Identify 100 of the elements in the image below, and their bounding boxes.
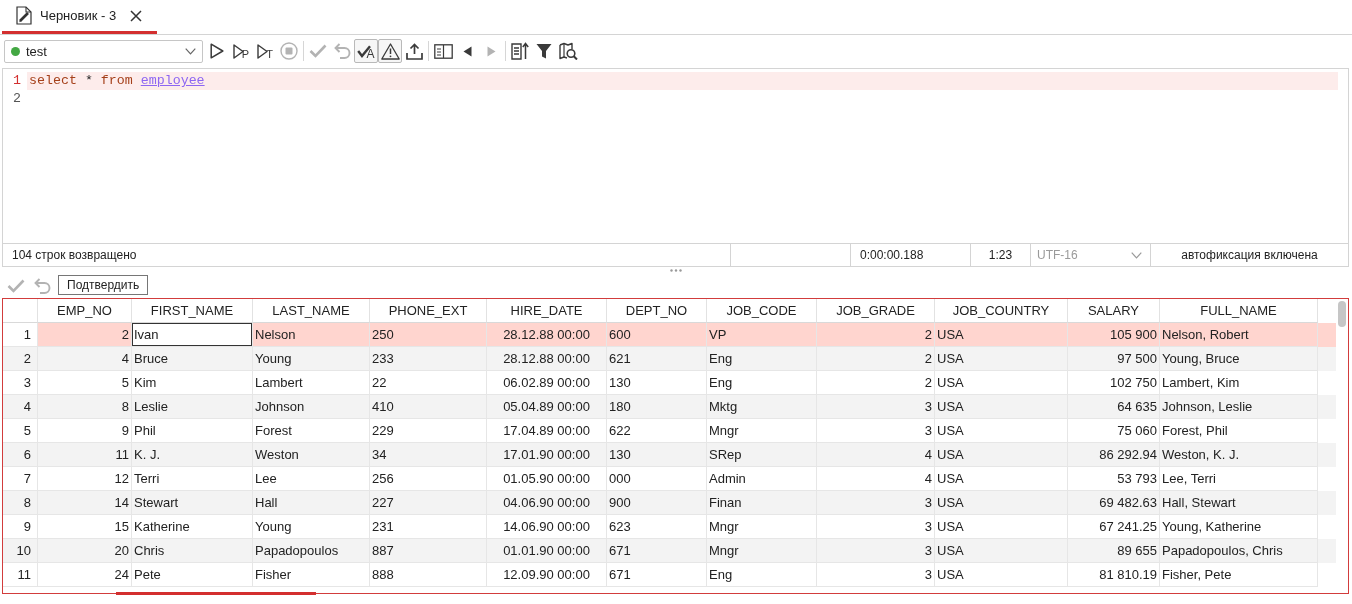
undo-icon [33,277,51,294]
row-number: 2 [3,347,38,371]
column-header[interactable]: HIRE_DATE [487,299,607,323]
table-cell: 24 [38,563,132,587]
table-cell: 69 482.63 [1068,491,1160,515]
table-cell: Eng [707,563,817,587]
table-cell: Fisher [253,563,370,587]
table-row[interactable]: 10 20 Chris Papadopoulos 887 01.01.90 00:00 671 Mngr 3 USA 89 655 Papadopoulos, Chris [3,539,1336,563]
column-header[interactable]: JOB_COUNTRY [935,299,1068,323]
table-cell: Weston [253,443,370,467]
table-cell: Stewart [132,491,253,515]
table-cell: 20 [38,539,132,563]
table-cell: Pete [132,563,253,587]
table-cell: 3 [817,395,935,419]
left-arrow-icon [462,45,472,57]
table-cell: USA [935,491,1068,515]
check-icon [309,44,327,58]
column-header[interactable]: JOB_GRADE [817,299,935,323]
table-row[interactable]: 2 4 Bruce Young 233 28.12.88 00:00 621 Eng 2 USA 97 500 Young, Bruce [3,347,1336,371]
table-cell: Chris [132,539,253,563]
cell-input[interactable]: Ivan [132,323,253,347]
column-header[interactable]: JOB_CODE [707,299,817,323]
table-cell: 3 [817,539,935,563]
row-number: 10 [3,539,38,563]
table-cell: Young, Bruce [1160,347,1318,371]
table-cell: 34 [370,443,487,467]
table-cell: Bruce [132,347,253,371]
table-cell: K. J. [132,443,253,467]
table-cell: Mngr [707,539,817,563]
table-link[interactable]: employee [140,73,205,88]
table-cell: 11 [38,443,132,467]
play-icon [210,43,224,59]
corner-header-cell[interactable] [3,299,38,323]
row-number: 8 [3,491,38,515]
table-cell: Hall, Stewart [1160,491,1318,515]
document-search-icon [558,42,578,60]
right-arrow-icon [486,45,496,57]
table-cell: Fisher, Pete [1160,563,1318,587]
table-cell: Young [253,347,370,371]
document-pencil-icon [16,6,33,25]
drag-handle-icon[interactable] [670,269,682,272]
column-header[interactable]: EMP_NO [38,299,132,323]
table-row[interactable]: 8 14 Stewart Hall 227 04.06.90 00:00 900 Finan 3 USA 69 482.63 Hall, Stewart [3,491,1336,515]
table-cell: 04.06.90 00:00 [487,491,607,515]
table-cell: 410 [370,395,487,419]
table-cell: 97 500 [1068,347,1160,371]
column-header[interactable]: PHONE_EXT [370,299,487,323]
connection-dropdown[interactable]: test [4,39,203,63]
line-number: 1 [12,72,22,90]
close-icon[interactable] [130,9,143,22]
column-header[interactable]: SALARY [1068,299,1160,323]
table-cell: 900 [607,491,707,515]
table-cell: Eng [707,347,817,371]
column-header[interactable]: LAST_NAME [253,299,370,323]
panel-icon [433,43,453,59]
table-cell: 89 655 [1068,539,1160,563]
table-cell: 130 [607,443,707,467]
table-cell: 17.01.90 00:00 [487,443,607,467]
table-cell: Johnson [253,395,370,419]
report-button[interactable] [508,39,532,63]
table-row[interactable]: 4 8 Leslie Johnson 410 05.04.89 00:00 180 Mktg 3 USA 64 635 Johnson, Leslie [3,395,1336,419]
chevron-down-icon [1131,251,1142,259]
table-cell: Hall [253,491,370,515]
autocommit-status: автофиксация включена [1150,244,1348,266]
table-cell: USA [935,347,1068,371]
tab[interactable]: Черновик - 3 [2,0,158,34]
table-cell: 05.04.89 00:00 [487,395,607,419]
run-trace-button[interactable]: T [253,39,277,63]
scrollbar-thumb[interactable] [1338,301,1346,327]
table-cell: 888 [370,563,487,587]
play-icon [232,43,244,59]
chevron-down-icon [185,47,196,55]
table-cell: 180 [607,395,707,419]
cursor-position: 1:23 [970,244,1030,266]
table-cell: 2 [817,347,935,371]
table-cell: 3 [817,563,935,587]
table-cell: Finan [707,491,817,515]
column-header[interactable]: FIRST_NAME [132,299,253,323]
table-cell: 86 292.94 [1068,443,1160,467]
table-cell: Weston, K. J. [1160,443,1318,467]
warnings-toggle[interactable] [378,39,402,63]
table-row[interactable]: 6 11 K. J. Weston 34 17.01.90 00:00 130 SRep 4 USA 86 292.94 Weston, K. J. [3,443,1336,467]
table-cell: Leslie [132,395,253,419]
table-cell: 28.12.88 00:00 [487,347,607,371]
table-cell: 887 [370,539,487,563]
tooltip: Подтвердить [58,275,149,295]
table-row[interactable]: 11 24 Pete Fisher 888 12.09.90 00:00 671 Eng 3 USA 81 810.19 Fisher, Pete [3,563,1336,587]
run-plan-button[interactable]: P [229,39,253,63]
row-number: 6 [3,443,38,467]
table-cell: 81 810.19 [1068,563,1160,587]
table-row[interactable]: 1 2 Ivan Nelson 250 28.12.88 00:00 600 VP 2 USA 105 900 Nelson, Robert [3,323,1336,347]
table-cell: 3 [817,491,935,515]
table-cell: 01.01.90 00:00 [487,539,607,563]
column-header[interactable]: FULL_NAME [1160,299,1318,323]
table-cell: 8 [38,395,132,419]
autocommit-toggle[interactable]: A [354,39,378,63]
execution-time: 0:00:00.188 [850,244,970,266]
table-cell: 671 [607,539,707,563]
row-number: 4 [3,395,38,419]
column-header[interactable]: DEPT_NO [607,299,707,323]
